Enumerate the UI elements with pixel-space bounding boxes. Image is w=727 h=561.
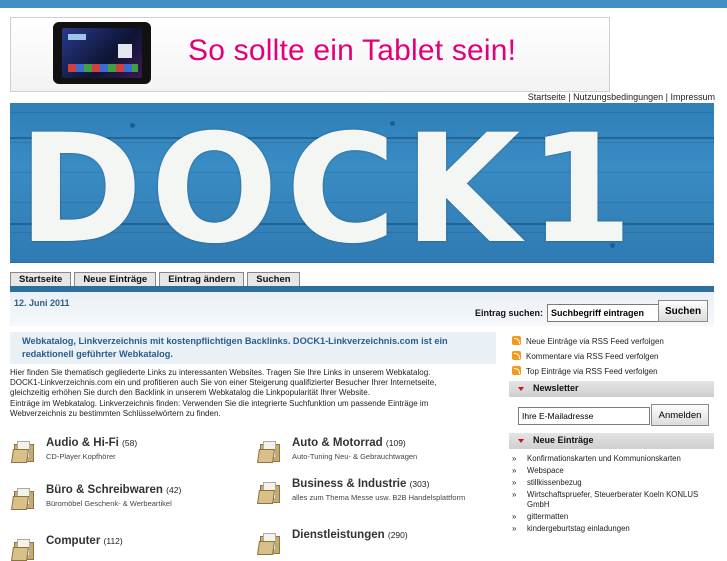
tablet-advertisement[interactable]: So sollte ein Tablet sein! [10, 17, 610, 92]
intro-line: Einträge im Webkatalog. Linkverzeichnis … [10, 398, 429, 408]
folder-icon [257, 480, 280, 504]
category-subcategories[interactable]: Büromöbel Geschenk- & Werbeartikel [46, 499, 226, 509]
new-entries-header: Neue Einträge [509, 433, 714, 449]
link-impressum[interactable]: Impressum [670, 92, 715, 102]
category-count: (42) [166, 485, 182, 495]
newsletter-header: Newsletter [509, 381, 714, 397]
folder-icon [257, 439, 280, 463]
newsletter-email-input[interactable] [518, 407, 650, 425]
intro-headline-box: Webkatalog, Linkverzeichnis mit kostenpf… [10, 332, 496, 364]
list-item[interactable]: kindergeburtstag einladungen [512, 524, 717, 534]
date-search-bar: 12. Juni 2011 Eintrag suchen: Suchen [10, 292, 714, 326]
dock1-header-banner: DOCK1 [10, 103, 714, 263]
folder-icon [11, 486, 34, 510]
intro-line: Hier finden Sie thematisch gegliederte L… [10, 368, 431, 377]
intro-line: DOCK1-Linkverzeichnis.com ein und profit… [10, 378, 437, 388]
banner-logo-text: DOCK1 [18, 103, 641, 263]
link-separator: | [565, 92, 574, 102]
intro-headline: Webkatalog, Linkverzeichnis mit kostenpf… [22, 336, 448, 359]
category-count: (109) [385, 438, 406, 448]
category-title[interactable]: Dienstleistungen [292, 529, 385, 541]
link-startseite[interactable]: Startseite [528, 92, 566, 102]
newsletter-title: Newsletter [533, 383, 579, 393]
category-title[interactable]: Auto & Motorrad [292, 437, 383, 449]
list-item[interactable]: gittermatten [512, 512, 717, 522]
list-item[interactable]: Wirtschaftspruefer, Steuerberater Koeln … [512, 490, 717, 510]
category-count: (290) [387, 530, 408, 540]
link-nutzungsbedingungen[interactable]: Nutzungsbedingungen [573, 92, 663, 102]
rss-link-comments[interactable]: Kommentare via RSS Feed verfolgen [512, 351, 659, 361]
category-title[interactable]: Computer [46, 535, 100, 547]
newsletter-subscribe-button[interactable]: Anmelden [651, 404, 709, 426]
search-input[interactable] [547, 304, 659, 322]
category-title[interactable]: Audio & Hi-Fi [46, 437, 119, 449]
intro-line: Webverzeichnis zu bestimmten Schlüsselwö… [10, 408, 221, 418]
search-button[interactable]: Suchen [658, 300, 708, 322]
tab-eintrag-aendern[interactable]: Eintrag ändern [159, 272, 245, 286]
folder-icon [11, 537, 34, 561]
tablet-image [53, 22, 151, 84]
rss-icon [512, 366, 521, 375]
rss-icon [512, 336, 521, 345]
category-count: (58) [122, 438, 138, 448]
category-subcategories[interactable]: CD-Player Kopfhörer [46, 452, 226, 462]
search-label: Eintrag suchen: [475, 308, 544, 318]
rss-icon [512, 351, 521, 360]
category-count: (303) [409, 479, 430, 489]
ad-slogan: So sollte ein Tablet sein! [188, 34, 517, 67]
category-title[interactable]: Büro & Schreibwaren [46, 484, 163, 496]
triangle-down-icon [518, 387, 524, 391]
category-subcategories[interactable]: Auto-Tuning Neu- & Gebrauchtwagen [292, 452, 472, 462]
top-links: Startseite | Nutzungsbedingungen | Impre… [528, 92, 715, 102]
new-entries-title: Neue Einträge [533, 435, 594, 445]
intro-description: Hier finden Sie thematisch gegliederte L… [10, 368, 496, 419]
folder-icon [257, 531, 280, 555]
folder-icon [11, 439, 34, 463]
main-navigation-tabs: Startseite Neue Einträge Eintrag ändern … [10, 272, 300, 286]
top-accent-bar [0, 0, 727, 8]
current-date: 12. Juni 2011 [14, 298, 70, 308]
new-entries-list: Konfirmationskarten und Kommunionskarten… [512, 454, 717, 536]
triangle-down-icon [518, 439, 524, 443]
list-item[interactable]: Konfirmationskarten und Kommunionskarten [512, 454, 717, 464]
tab-startseite[interactable]: Startseite [10, 272, 72, 286]
intro-line: gleichzeitig erhöhen Sie durch den Backl… [10, 388, 370, 398]
tab-neue-eintraege[interactable]: Neue Einträge [74, 272, 157, 286]
rss-link-top-entries[interactable]: Top Einträge via RSS Feed verfolgen [512, 366, 658, 376]
rss-link-new-entries[interactable]: Neue Einträge via RSS Feed verfolgen [512, 336, 664, 346]
tab-suchen[interactable]: Suchen [247, 272, 300, 286]
list-item[interactable]: Webspace [512, 466, 717, 476]
category-title[interactable]: Business & Industrie [292, 478, 406, 490]
category-subcategories[interactable]: alles zum Thema Messe usw. B2B Handelspl… [292, 493, 472, 503]
list-item[interactable]: stillkissenbezug [512, 478, 717, 488]
